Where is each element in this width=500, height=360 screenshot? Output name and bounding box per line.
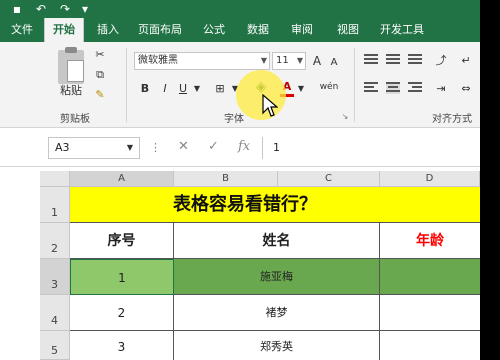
row-header-1[interactable]: 1 xyxy=(40,187,70,223)
font-size-value: 11 xyxy=(276,55,289,66)
tab-insert[interactable]: 插入 xyxy=(90,18,126,42)
align-top-icon[interactable] xyxy=(364,54,378,66)
cell-name-row3[interactable]: 施亚梅 xyxy=(174,259,380,295)
clipboard-group-label: 剪贴板 xyxy=(60,114,90,125)
cell-no-row5[interactable]: 3 xyxy=(70,331,174,360)
orientation-icon[interactable]: ⤴ xyxy=(430,52,452,70)
tab-formulas[interactable]: 公式 xyxy=(196,18,232,42)
title-bar: ▪ ↶ ↷ ▾ xyxy=(0,0,480,18)
tab-view[interactable]: 视图 xyxy=(330,18,366,42)
font-size-select[interactable]: 11 ▼ xyxy=(272,52,306,70)
column-header-a[interactable]: A xyxy=(70,171,174,187)
header-cell-name[interactable]: 姓名 xyxy=(174,223,380,259)
align-center-icon[interactable] xyxy=(386,82,400,94)
tab-file[interactable]: 文件 xyxy=(4,18,40,42)
cancel-icon[interactable]: ✕ xyxy=(178,139,189,154)
cut-icon[interactable]: ✂ xyxy=(92,46,108,64)
bold-button[interactable]: B xyxy=(138,80,152,98)
font-group-label: 字体 xyxy=(224,114,244,125)
underline-button[interactable]: U xyxy=(176,80,190,98)
confirm-icon[interactable]: ✓ xyxy=(208,139,219,154)
divider xyxy=(354,48,355,122)
divider xyxy=(126,48,127,122)
insert-function-button[interactable]: fx xyxy=(238,139,250,154)
more-icon: ⋮ xyxy=(150,141,161,154)
indent-icon[interactable]: ⇥ xyxy=(430,80,452,98)
chevron-down-icon: ▼ xyxy=(260,56,267,65)
chevron-down-icon[interactable]: ▼ xyxy=(124,139,136,157)
tab-data[interactable]: 数据 xyxy=(240,18,276,42)
tab-page-layout[interactable]: 页面布局 xyxy=(130,18,190,42)
tab-developer[interactable]: 开发工具 xyxy=(372,18,432,42)
tab-home[interactable]: 开始 xyxy=(44,18,84,42)
italic-button[interactable]: I xyxy=(158,80,172,98)
cell-name-row4[interactable]: 褚梦 xyxy=(174,295,380,331)
align-bottom-icon[interactable] xyxy=(408,54,422,66)
tab-review[interactable]: 审阅 xyxy=(284,18,320,42)
paste-icon[interactable] xyxy=(58,47,84,84)
formula-bar: A3 ▼ ⋮ ✕ ✓ fx 1 xyxy=(0,129,480,167)
excel-window: ▪ ↶ ↷ ▾ 文件 开始 插入 页面布局 公式 数据 审阅 视图 开发工具 粘… xyxy=(0,0,480,360)
border-icon[interactable]: ⊞ xyxy=(212,80,228,98)
cell-name-row5[interactable]: 郑秀英 xyxy=(174,331,380,360)
redo-icon[interactable]: ↷ xyxy=(58,2,72,16)
sheet-title-cell[interactable]: 表格容易看错行？ xyxy=(70,187,480,223)
undo-icon[interactable]: ↶ xyxy=(34,2,48,16)
cell-age-row4[interactable] xyxy=(380,295,480,331)
merge-icon[interactable]: ⇔ xyxy=(458,80,474,98)
align-right-icon[interactable] xyxy=(408,82,422,94)
row-header-4[interactable]: 4 xyxy=(40,295,70,331)
chevron-down-icon: ▼ xyxy=(296,56,303,65)
font-name-select[interactable]: 微软雅黑 ▼ xyxy=(134,52,270,70)
align-middle-icon[interactable] xyxy=(386,54,400,66)
chevron-down-icon[interactable]: ▼ xyxy=(296,80,306,98)
cell-a3-selected[interactable]: 1 xyxy=(70,259,174,295)
grow-font-button[interactable]: A xyxy=(310,52,324,70)
cell-no-row4[interactable]: 2 xyxy=(70,295,174,331)
row-header-5[interactable]: 5 xyxy=(40,331,70,360)
cell-age-row5[interactable] xyxy=(380,331,480,360)
column-header-c[interactable]: C xyxy=(278,171,380,187)
select-all-corner[interactable] xyxy=(40,171,70,187)
save-icon[interactable]: ▪ xyxy=(10,2,24,16)
phonetic-button[interactable]: wén xyxy=(318,78,340,96)
right-letterbox xyxy=(480,0,500,360)
align-left-icon[interactable] xyxy=(364,82,378,94)
header-cell-no[interactable]: 序号 xyxy=(70,223,174,259)
row-header-2[interactable]: 2 xyxy=(40,223,70,259)
font-name-value: 微软雅黑 xyxy=(138,55,178,66)
row-header-3[interactable]: 3 xyxy=(40,259,70,295)
paste-button[interactable]: 粘贴 xyxy=(56,82,86,100)
column-header-b[interactable]: B xyxy=(174,171,278,187)
wrap-text-icon[interactable]: ↵ xyxy=(458,52,474,70)
cell-age-row3[interactable] xyxy=(380,259,480,295)
ribbon-tabs: 文件 开始 插入 页面布局 公式 数据 审阅 视图 开发工具 xyxy=(0,18,480,42)
shrink-font-button[interactable]: A xyxy=(328,54,340,72)
cursor-arrow-icon xyxy=(262,94,278,117)
header-cell-age[interactable]: 年龄 xyxy=(380,223,480,259)
customize-icon[interactable]: ▾ xyxy=(78,2,92,16)
formula-input[interactable]: 1 xyxy=(262,137,480,159)
cursor-highlight xyxy=(236,70,286,120)
format-painter-icon[interactable]: ✎ xyxy=(92,86,108,104)
sheet-grid: A B C D 1 2 3 4 5 表格容易看错行？ 序号 姓名 年龄 1 施亚… xyxy=(0,167,480,360)
column-header-d[interactable]: D xyxy=(380,171,480,187)
chevron-down-icon[interactable]: ▼ xyxy=(192,80,202,98)
font-dialog-launcher-icon[interactable]: ↘ xyxy=(340,108,350,126)
alignment-group-label: 对齐方式 xyxy=(432,114,472,125)
copy-icon[interactable]: ⧉ xyxy=(92,66,108,84)
